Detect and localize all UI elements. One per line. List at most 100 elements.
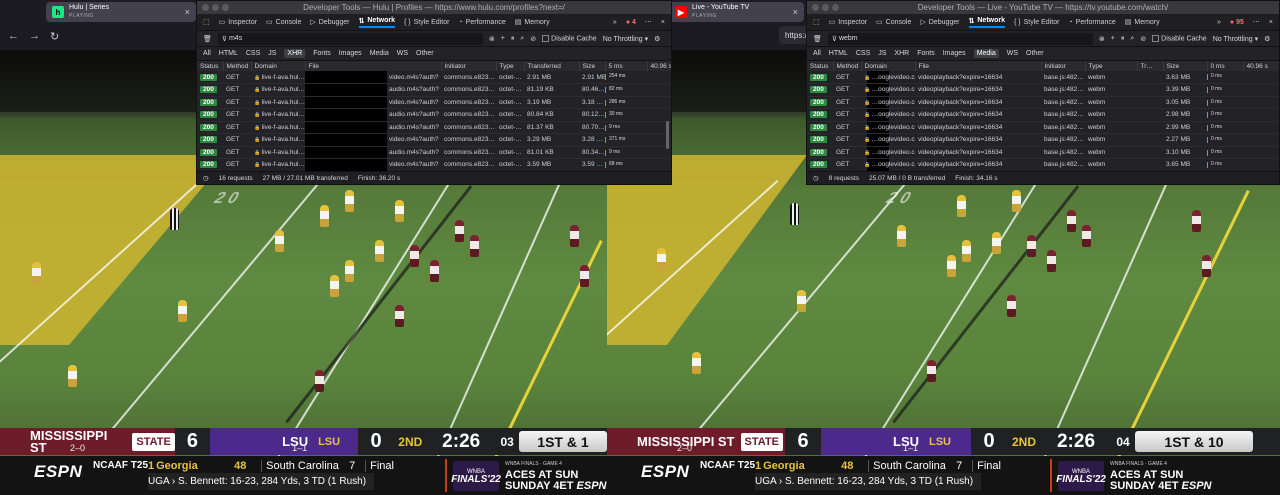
tool-memory[interactable]: ▤ Memory xyxy=(515,18,550,27)
error-count-badge[interactable]: ● 95 xyxy=(1230,19,1244,26)
pick-element-icon[interactable]: ⬚ xyxy=(813,18,820,26)
performance-analysis-icon[interactable]: ◷ xyxy=(813,174,819,182)
back-arrow-icon[interactable]: ← xyxy=(8,30,19,42)
type-filter-css[interactable]: CSS xyxy=(246,50,260,57)
tool-style-editor[interactable]: { } Style Editor xyxy=(1014,19,1059,26)
tool-console[interactable]: ▭ Console xyxy=(876,18,911,27)
disable-cache-checkbox[interactable]: Disable Cache xyxy=(1152,34,1207,42)
column-header[interactable]: Type xyxy=(1085,61,1138,71)
type-filter-images[interactable]: Images xyxy=(943,50,966,57)
table-row[interactable]: 200 GET 🔒 live-f-ava.hul… audio.m4s?auth? co… xyxy=(197,121,671,134)
type-filter-ws[interactable]: WS xyxy=(397,50,408,57)
column-header[interactable]: Domain xyxy=(861,61,916,71)
add-icon[interactable]: + xyxy=(1111,35,1115,42)
window-minimize-icon[interactable] xyxy=(212,4,219,11)
block-icon[interactable]: ⊘ xyxy=(1140,35,1146,43)
pause-icon[interactable]: ⏸ xyxy=(511,35,515,43)
column-header[interactable]: Status xyxy=(807,61,834,71)
table-row[interactable]: 200 GET 🔒 live-f-ava.hul… video.m4s?auth? co… xyxy=(197,158,671,172)
reload-icon[interactable]: ↻ xyxy=(50,30,59,43)
search-icon[interactable]: ⌕ xyxy=(520,35,524,43)
throttling-select[interactable]: No Throttling ▾ xyxy=(603,35,648,43)
type-filter-ws[interactable]: WS xyxy=(1007,50,1018,57)
column-header[interactable]: 40.96 s xyxy=(647,61,671,71)
column-header[interactable]: 5 ms xyxy=(605,61,648,71)
trash-icon[interactable]: 🗑 xyxy=(813,35,822,43)
type-filter-html[interactable]: HTML xyxy=(219,50,238,57)
type-filter-css[interactable]: CSS xyxy=(856,50,870,57)
column-header[interactable]: Size xyxy=(1163,61,1208,71)
trash-icon[interactable]: 🗑 xyxy=(203,35,212,43)
type-filter-media[interactable]: Media xyxy=(370,50,389,57)
tool-debugger[interactable]: ▷ Debugger xyxy=(920,18,959,27)
type-filter-images[interactable]: Images xyxy=(339,50,362,57)
gear-icon[interactable]: ⚙ xyxy=(654,35,660,43)
window-zoom-icon[interactable] xyxy=(222,4,229,11)
column-header[interactable]: Transferred xyxy=(524,61,580,71)
forward-arrow-icon[interactable]: → xyxy=(29,30,40,42)
column-header[interactable]: Type xyxy=(496,61,525,71)
more-options-icon[interactable]: ⋯ xyxy=(1253,18,1260,26)
column-header[interactable]: Domain xyxy=(251,61,306,71)
table-row[interactable]: 200 GET 🔒 live-f-ava.hul… audio.m4s?auth? co… xyxy=(197,146,671,159)
disable-cache-checkbox[interactable]: Disable Cache xyxy=(542,34,597,42)
column-header[interactable]: Tr… xyxy=(1137,61,1164,71)
tool-inspector[interactable]: ▭ Inspector xyxy=(219,18,257,27)
type-filter-fonts[interactable]: Fonts xyxy=(313,50,331,57)
window-zoom-icon[interactable] xyxy=(832,4,839,11)
window-close-icon[interactable] xyxy=(812,4,819,11)
throttling-select[interactable]: No Throttling ▾ xyxy=(1213,35,1258,43)
table-scrollbar[interactable] xyxy=(666,121,669,149)
type-filter-fonts[interactable]: Fonts xyxy=(917,50,935,57)
tab-close-icon[interactable]: × xyxy=(185,7,190,17)
add-icon[interactable]: + xyxy=(501,35,505,42)
table-row[interactable]: 200 GET🔒 …ooglevideo.comvideoplayback?exp… xyxy=(807,83,1279,97)
table-row[interactable]: 200 GET🔒 …ooglevideo.comvideoplayback?exp… xyxy=(807,121,1279,134)
column-header[interactable]: Initiator xyxy=(441,61,497,71)
close-devtools-icon[interactable]: × xyxy=(1269,19,1279,26)
type-filter-js[interactable]: JS xyxy=(878,50,886,57)
table-row[interactable]: 200 GET 🔒 live-f-ava.hul… video.m4s?auth? co… xyxy=(197,133,671,147)
type-filter-other[interactable]: Other xyxy=(1026,50,1044,57)
performance-analysis-icon[interactable]: ◷ xyxy=(203,174,209,182)
url-filter-input[interactable]: ⊽ m4s xyxy=(217,32,483,45)
error-count-badge[interactable]: ● 4 xyxy=(626,19,636,26)
tool-performance[interactable]: ◔ Performance xyxy=(458,19,505,26)
pick-element-icon[interactable]: ⬚ xyxy=(203,18,210,26)
close-devtools-icon[interactable]: × xyxy=(661,19,671,26)
tool-memory[interactable]: ▤ Memory xyxy=(1125,18,1160,27)
type-filter-html[interactable]: HTML xyxy=(829,50,848,57)
type-filter-other[interactable]: Other xyxy=(416,50,434,57)
tool-network[interactable]: ⇅ Network xyxy=(968,17,1005,28)
browser-tab-hulu[interactable]: h Hulu | Series PLAYING × xyxy=(46,2,196,22)
column-header[interactable]: File xyxy=(915,61,1042,71)
window-close-icon[interactable] xyxy=(202,4,209,11)
column-header[interactable]: File xyxy=(305,61,442,71)
type-filter-media[interactable]: Media xyxy=(973,49,999,58)
overflow-icon[interactable]: » xyxy=(1217,19,1221,26)
column-header[interactable]: 0 ms xyxy=(1207,61,1244,71)
table-row[interactable]: 200 GET 🔒 live-f-ava.hul… audio.m4s?auth? co… xyxy=(197,108,671,122)
table-row[interactable]: 200 GET 🔒 live-f-ava.hul… video.m4s?auth? co… xyxy=(197,96,671,109)
gear-icon[interactable]: ⚙ xyxy=(1264,35,1270,43)
column-header[interactable]: Method xyxy=(833,61,862,71)
url-bar[interactable]: https://tv.youtube.com/watch xyxy=(779,26,809,44)
table-row[interactable]: 200 GET🔒 …ooglevideo.comvideoplayback?exp… xyxy=(807,108,1279,122)
window-minimize-icon[interactable] xyxy=(822,4,829,11)
table-row[interactable]: 200 GET 🔒 live-f-ava.hul… video.m4s?auth? co… xyxy=(197,71,671,84)
block-icon[interactable]: ⊘ xyxy=(530,35,536,43)
column-header[interactable]: Method xyxy=(223,61,252,71)
search-icon[interactable]: ⌕ xyxy=(1130,35,1134,43)
tool-performance[interactable]: ◔ Performance xyxy=(1068,19,1115,26)
table-row[interactable]: 200 GET🔒 …ooglevideo.comvideoplayback?exp… xyxy=(807,71,1279,84)
clear-filter-icon[interactable]: ⊗ xyxy=(489,35,495,43)
column-header[interactable]: Status xyxy=(197,61,224,71)
tool-console[interactable]: ▭ Console xyxy=(266,18,301,27)
table-row[interactable]: 200 GET🔒 …ooglevideo.comvideoplayback?exp… xyxy=(807,158,1279,172)
table-row[interactable]: 200 GET🔒 …ooglevideo.comvideoplayback?exp… xyxy=(807,96,1279,109)
column-header[interactable]: Initiator xyxy=(1041,61,1086,71)
type-filter-all[interactable]: All xyxy=(813,50,821,57)
pause-icon[interactable]: ⏸ xyxy=(1121,35,1125,43)
table-row[interactable]: 200 GET 🔒 live-f-ava.hul… audio.m4s?auth? co… xyxy=(197,83,671,97)
type-filter-js[interactable]: JS xyxy=(268,50,276,57)
